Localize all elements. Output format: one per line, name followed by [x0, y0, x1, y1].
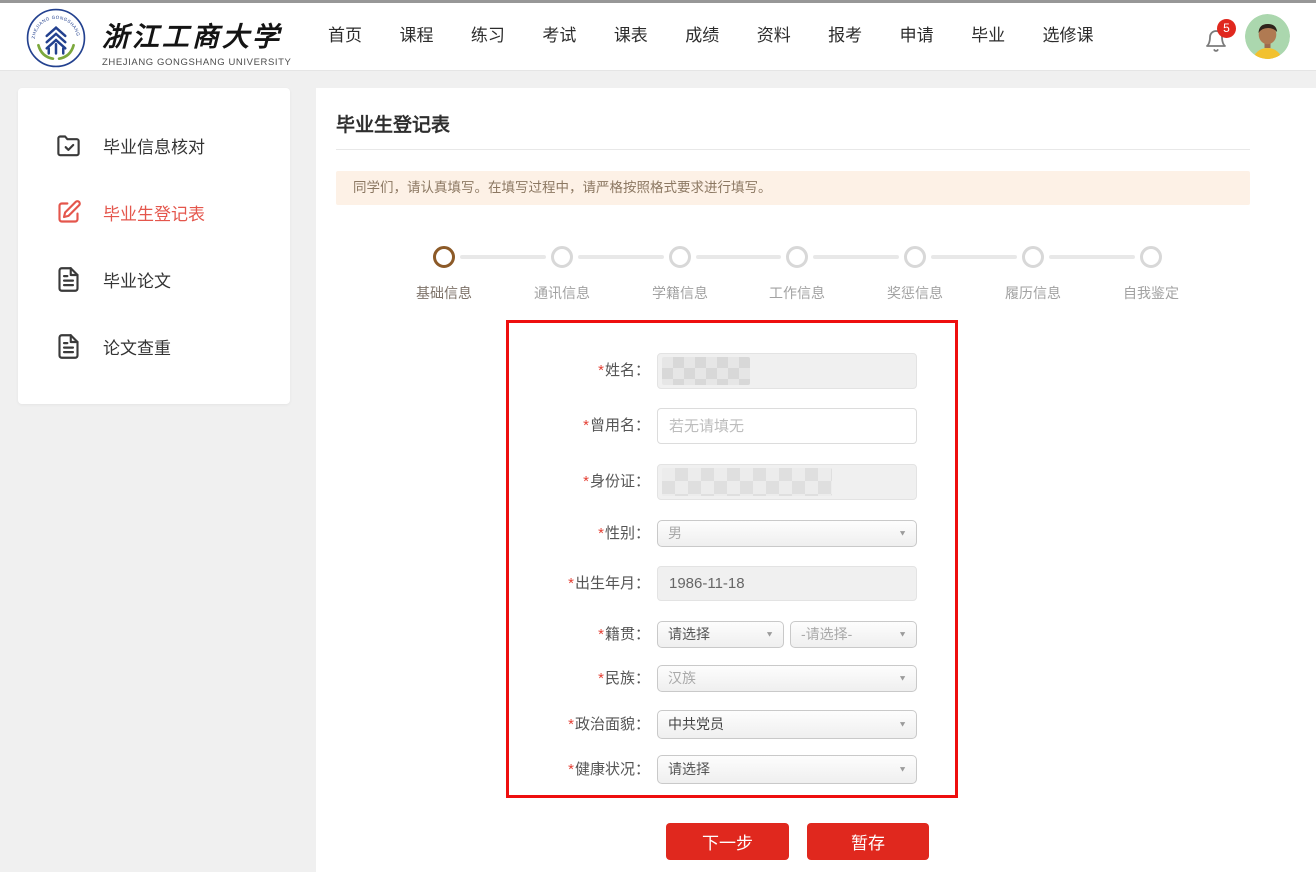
document-icon [55, 333, 82, 360]
field-label-health-status: *健康状况： [460, 755, 650, 784]
save-draft-button[interactable]: 暂存 [807, 823, 929, 860]
step-circle [669, 246, 691, 268]
step-label: 基础信息 [394, 283, 494, 303]
required-mark: * [598, 362, 604, 379]
university-name: 浙江工商大学 ZHEJIANG GONGSHANG UNIVERSITY [102, 15, 291, 68]
step-label: 通讯信息 [512, 283, 612, 303]
nav-item-exams[interactable]: 考试 [542, 3, 576, 69]
step-self-assessment[interactable]: 自我鉴定 [1101, 246, 1201, 303]
native-place-province-select[interactable]: 请选择 ▼ [657, 621, 784, 648]
chevron-down-icon: ▼ [898, 713, 907, 736]
sidebar-item-thesis-plagiarism-check[interactable]: 论文查重 [18, 313, 290, 380]
user-avatar[interactable] [1245, 14, 1290, 59]
page-title: 毕业生登记表 [336, 110, 450, 137]
nav-item-grades[interactable]: 成绩 [685, 3, 719, 69]
university-name-en: ZHEJIANG GONGSHANG UNIVERSITY [102, 57, 291, 68]
header-bar: ZHEJIANG GONGSHANG UNIVERSITY 浙江工商大学 ZHE… [0, 3, 1316, 71]
notice-banner: 同学们，请认真填写。在填写过程中，请严格按照格式要求进行填写。 [336, 171, 1250, 205]
required-mark: * [598, 525, 604, 542]
university-logo-icon: ZHEJIANG GONGSHANG UNIVERSITY [26, 8, 86, 68]
step-circle [1022, 246, 1044, 268]
required-mark: * [568, 575, 574, 592]
step-circle [551, 246, 573, 268]
main-panel: 毕业生登记表 同学们，请认真填写。在填写过程中，请严格按照格式要求进行填写。 基… [316, 88, 1316, 872]
nav-item-electives[interactable]: 选修课 [1043, 3, 1094, 69]
step-basic-info[interactable]: 基础信息 [394, 246, 494, 303]
main-nav: 首页 课程 练习 考试 课表 成绩 资料 报考 申请 毕业 选修课 [328, 3, 1127, 71]
step-label: 奖惩信息 [865, 283, 965, 303]
field-label-id-number: *身份证： [460, 464, 650, 500]
chevron-down-icon: ▼ [898, 668, 907, 689]
required-mark: * [568, 716, 574, 733]
privacy-blur [662, 357, 750, 385]
field-label-ethnicity: *民族： [460, 665, 650, 692]
required-mark: * [598, 626, 604, 643]
step-resume-info[interactable]: 履历信息 [983, 246, 1083, 303]
step-rewards-punishments-info[interactable]: 奖惩信息 [865, 246, 965, 303]
native-place-city-select: -请选择- ▼ [790, 621, 917, 648]
step-contact-info[interactable]: 通讯信息 [512, 246, 612, 303]
required-mark: * [598, 670, 604, 687]
sidebar-item-label: 毕业生登记表 [103, 200, 205, 225]
nav-item-materials[interactable]: 资料 [757, 3, 791, 69]
sidebar-item-graduate-registration-form[interactable]: 毕业生登记表 [18, 179, 290, 246]
health-status-select[interactable]: 请选择 ▼ [657, 755, 917, 784]
nav-item-schedule[interactable]: 课表 [614, 3, 648, 69]
sidebar-item-graduation-thesis[interactable]: 毕业论文 [18, 246, 290, 313]
step-label: 履历信息 [983, 283, 1083, 303]
sidebar-item-label: 论文查重 [103, 334, 171, 359]
nav-item-home[interactable]: 首页 [328, 3, 362, 69]
sidebar-item-graduation-info-check[interactable]: 毕业信息核对 [18, 112, 290, 179]
id-number-field [657, 464, 917, 500]
gender-select: 男 ▼ [657, 520, 917, 547]
nav-item-register[interactable]: 报考 [828, 3, 862, 69]
sidebar-item-label: 毕业论文 [103, 267, 171, 292]
step-work-info[interactable]: 工作信息 [747, 246, 847, 303]
step-circle [904, 246, 926, 268]
next-step-button[interactable]: 下一步 [666, 823, 789, 860]
field-label-name: *姓名： [460, 353, 650, 389]
sidebar: 毕业信息核对 毕业生登记表 毕业论文 论文查重 [18, 88, 290, 404]
former-name-input[interactable] [657, 408, 917, 444]
nav-item-practice[interactable]: 练习 [471, 3, 505, 69]
step-circle [786, 246, 808, 268]
step-circle [1140, 246, 1162, 268]
chevron-down-icon: ▼ [898, 624, 907, 645]
university-name-zh: 浙江工商大学 [102, 15, 291, 54]
avatar-image-icon [1245, 14, 1290, 59]
document-icon [55, 266, 82, 293]
step-label: 自我鉴定 [1101, 283, 1201, 303]
title-divider [336, 149, 1250, 150]
field-label-political-status: *政治面貌： [460, 710, 650, 739]
field-label-former-name: *曾用名： [460, 408, 650, 444]
political-status-select[interactable]: 中共党员 ▼ [657, 710, 917, 739]
chevron-down-icon: ▼ [765, 624, 774, 645]
notification-count-badge: 5 [1217, 19, 1236, 38]
notification-bell[interactable]: 5 [1204, 25, 1234, 55]
folder-check-icon [55, 132, 82, 159]
step-label: 工作信息 [747, 283, 847, 303]
privacy-blur [662, 468, 832, 496]
step-circle [433, 246, 455, 268]
nav-item-graduation[interactable]: 毕业 [971, 3, 1005, 69]
birth-date-field: 1986-11-18 [657, 566, 917, 601]
field-label-gender: *性别： [460, 520, 650, 547]
nav-item-apply[interactable]: 申请 [900, 3, 934, 69]
field-label-native-place: *籍贯： [460, 621, 650, 648]
chevron-down-icon: ▼ [898, 758, 907, 781]
required-mark: * [583, 417, 589, 434]
nav-item-courses[interactable]: 课程 [399, 3, 433, 69]
edit-icon [55, 199, 82, 226]
sidebar-item-label: 毕业信息核对 [103, 133, 205, 158]
ethnicity-select: 汉族 ▼ [657, 665, 917, 692]
required-mark: * [583, 473, 589, 490]
step-label: 学籍信息 [630, 283, 730, 303]
name-field [657, 353, 917, 389]
chevron-down-icon: ▼ [898, 523, 907, 544]
step-student-status-info[interactable]: 学籍信息 [630, 246, 730, 303]
field-label-birth-date: *出生年月： [460, 566, 650, 601]
required-mark: * [568, 761, 574, 778]
